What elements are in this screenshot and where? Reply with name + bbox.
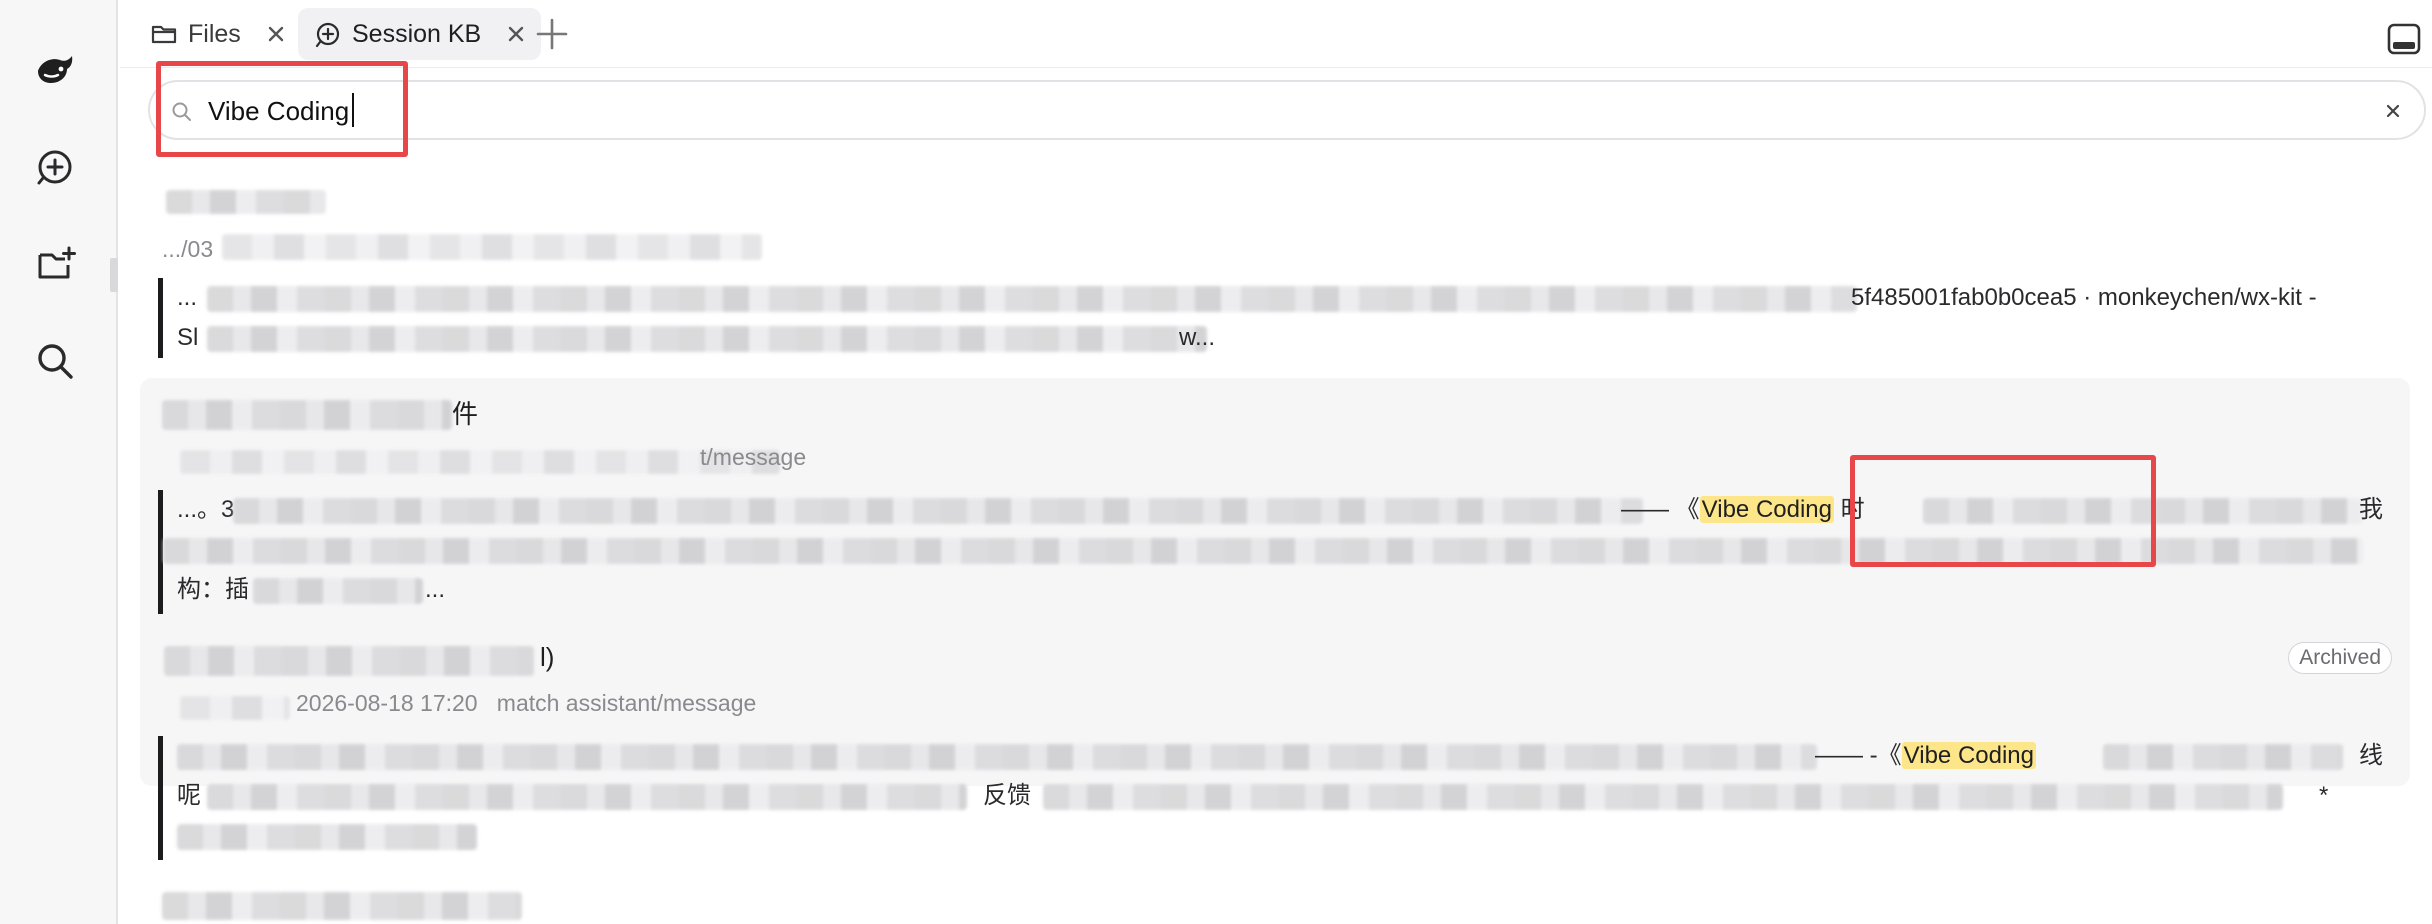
snippet-text: ...。3 (177, 496, 235, 523)
tab-files-label: Files (188, 19, 241, 48)
redacted-snippet (163, 538, 2363, 564)
snippet-text: 5f485001fab0b0cea5 · monkeychen/wx-kit - (1851, 284, 2317, 311)
close-icon[interactable] (265, 23, 287, 45)
result-snippet: ... 5f485001fab0b0cea5 · monkeychen/wx-k… (158, 278, 2398, 358)
redacted-meta (180, 450, 780, 474)
results-list: .../03 ... 5f485001fab0b0cea5 · monkeych… (140, 170, 2410, 924)
snippet-text: w... (1179, 324, 1216, 351)
snippet-text: Sl (177, 324, 199, 351)
left-rail (0, 0, 118, 924)
redacted-snippet (253, 578, 423, 604)
match-highlight: Vibe Coding (1901, 742, 2036, 769)
result-title: 件 (452, 399, 479, 429)
redacted-snippet (207, 326, 1207, 352)
redacted-snippet (1923, 498, 2363, 524)
panel-toggle-icon[interactable] (2386, 22, 2422, 56)
app-logo-whale-icon[interactable] (26, 40, 84, 98)
archived-badge: Archived (2288, 642, 2392, 674)
folder-icon (151, 25, 177, 44)
redacted-meta (180, 696, 290, 720)
snippet-match: —— 《Vibe Coding 时 (1621, 496, 1865, 523)
result-item[interactable]: l) Archived 2026-08-18 17:20 match assis… (140, 630, 2410, 924)
new-folder-button[interactable] (26, 236, 84, 294)
rail-resize-handle[interactable] (110, 258, 118, 292)
clear-search-icon[interactable] (2384, 102, 2402, 120)
search-input[interactable] (208, 88, 2308, 134)
redacted-snippet (233, 498, 1643, 524)
magnifier-icon (38, 344, 73, 379)
search-icon (172, 102, 191, 121)
result-title: l) (540, 642, 555, 672)
redacted-snippet (177, 744, 1817, 770)
add-tab-plus-icon[interactable] (532, 14, 572, 54)
result-date: 2026-08-18 17:20 (296, 690, 478, 716)
redacted-snippet (1043, 784, 2283, 810)
result-snippet: —— -《Vibe Coding 线 呢 反馈 * (158, 736, 2398, 860)
result-path: .../03 (162, 236, 214, 262)
session-search-icon (315, 22, 340, 48)
snippet-text: 反馈 (983, 782, 1031, 809)
result-item[interactable] (140, 890, 2410, 924)
snippet-text: 线 (2359, 742, 2383, 769)
redacted-title (162, 892, 522, 920)
redacted-snippet (177, 824, 477, 850)
snippet-text: * (2319, 782, 2329, 809)
result-meta: t/message (700, 444, 807, 470)
redacted-title (166, 190, 326, 214)
snippet-text: 呢 (177, 782, 201, 809)
result-meta: 2026-08-18 17:20 match assistant/message (296, 690, 756, 717)
search-field[interactable] (148, 80, 2426, 140)
new-chat-button[interactable] (26, 138, 84, 196)
redacted-snippet (2103, 744, 2343, 770)
redacted-snippet (207, 286, 1857, 312)
redacted-title (162, 400, 452, 430)
snippet-text: ... (425, 576, 446, 603)
result-meta: .../03 (162, 236, 213, 263)
result-match-type: match assistant/message (496, 690, 757, 716)
snippet-text: 构：插 (177, 576, 249, 603)
text-caret (352, 93, 354, 127)
tab-files[interactable]: Files (134, 8, 301, 60)
tab-strip: Files Session KB (120, 0, 2432, 68)
redacted-meta (222, 234, 762, 260)
search-button[interactable] (26, 332, 84, 390)
redacted-snippet (207, 784, 967, 810)
snippet-text: 我 (2359, 496, 2383, 523)
result-item[interactable]: .../03 ... 5f485001fab0b0cea5 · monkeych… (140, 170, 2410, 370)
redacted-title (164, 646, 534, 676)
match-highlight: Vibe Coding (1699, 496, 1834, 523)
tab-session-kb-label: Session KB (352, 19, 482, 48)
result-snippet: ...。3 —— 《Vibe Coding 时 我 构：插 ... (158, 490, 2398, 614)
plus-circle-icon (37, 150, 72, 185)
whale-icon (38, 56, 73, 83)
close-icon[interactable] (505, 23, 527, 45)
snippet-match: —— -《Vibe Coding (1815, 742, 2036, 769)
tab-session-kb[interactable]: Session KB (298, 8, 542, 60)
folder-plus-icon (38, 246, 76, 279)
snippet-ellipsis: ... (177, 284, 198, 311)
